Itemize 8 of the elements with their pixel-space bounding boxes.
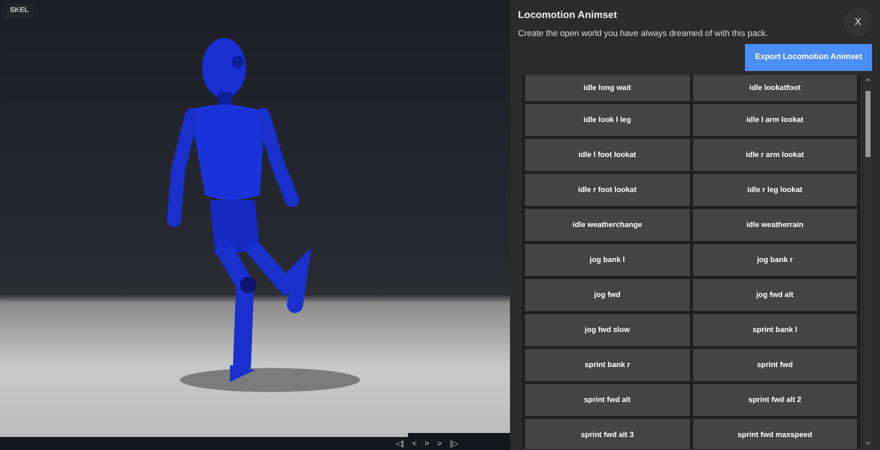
playback-button[interactable]: > xyxy=(420,437,434,450)
playback-button[interactable]: < xyxy=(408,437,421,450)
playback-button[interactable]: |▷ xyxy=(446,437,462,450)
close-button[interactable]: X xyxy=(844,8,872,36)
panel-title: Locomotion Animset xyxy=(518,9,618,23)
playback-button[interactable]: ◁| xyxy=(392,437,408,450)
playback-button[interactable]: > xyxy=(433,437,446,450)
panel-subtitle: Create the open world you have always dreamed of with this pack. xyxy=(518,27,768,40)
